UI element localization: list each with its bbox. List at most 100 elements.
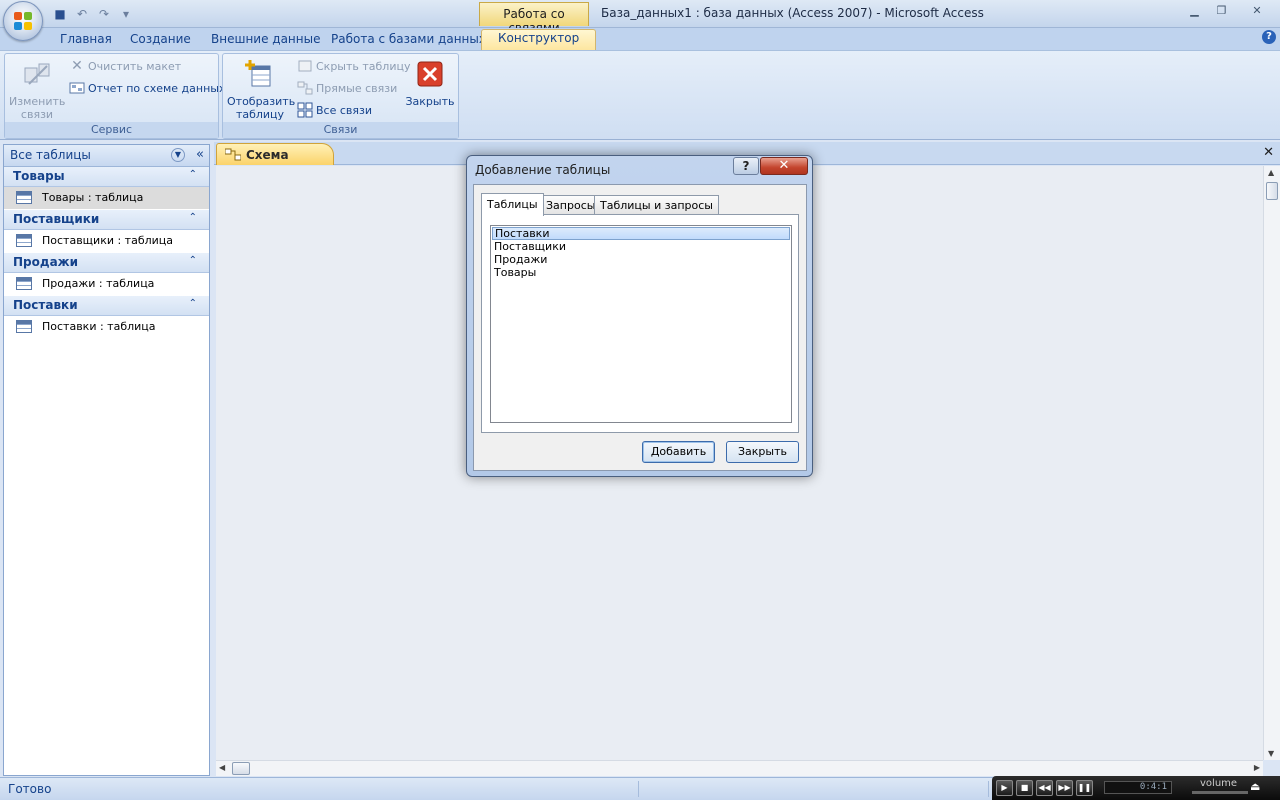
eject-icon[interactable]: ⏏ [1250,780,1260,793]
nav-group-postavshchiki[interactable]: Поставщики ⌃ [4,210,209,230]
edit-relationships-button[interactable]: Изменить связи [9,58,65,121]
previous-icon[interactable]: ◀◀ [1036,780,1053,796]
nav-item-label: Поставщики : таблица [42,234,174,247]
dialog-close-icon[interactable]: ✕ [760,157,808,175]
dialog-tab-queries[interactable]: Запросы [540,195,602,215]
edit-relationships-icon [24,63,50,85]
nav-item-prodazhi-table[interactable]: Продажи : таблица [4,273,209,296]
media-time-display: 0:4:1 [1104,781,1172,794]
table-listbox[interactable]: Поставки Поставщики Продажи Товары [490,225,792,423]
close-document-icon[interactable]: ✕ [1263,145,1274,160]
dialog-body: Таблицы Запросы Таблицы и запросы Постав… [473,184,807,471]
stop-icon[interactable]: ■ [1016,780,1033,796]
close-red-icon [417,61,443,87]
scroll-thumb[interactable] [1266,182,1278,200]
list-item[interactable]: Поставщики [492,240,790,253]
nav-item-postavshchiki-table[interactable]: Поставщики : таблица [4,230,209,253]
nav-group-title: Продажи [13,255,79,269]
relationship-report-button[interactable]: Отчет по схеме данных [69,79,225,97]
group-service: Изменить связи ✕ Очистить макет Отчет по… [4,53,225,139]
maximize-icon[interactable]: ❐ [1209,1,1234,19]
scroll-up-icon[interactable]: ▲ [1268,168,1274,177]
minimize-icon[interactable]: ▁ [1182,1,1207,19]
document-tab-relationships[interactable]: Схема данных [216,143,334,176]
close-relationships-button[interactable]: Закрыть [405,58,455,108]
nav-group-prodazhi[interactable]: Продажи ⌃ [4,253,209,273]
help-icon[interactable]: ? [1262,30,1276,44]
nav-group-postavki[interactable]: Поставки ⌃ [4,296,209,316]
show-table-icon [245,60,271,87]
chevron-up-icon[interactable]: ⌃ [189,169,197,180]
tab-external-data[interactable]: Внешние данные [211,31,320,50]
chevron-up-icon[interactable]: ⌃ [189,298,197,309]
nav-pane-title: Все таблицы [10,148,91,162]
nav-item-postavki-table[interactable]: Поставки : таблица [4,316,209,339]
add-table-dialog: Добавление таблицы ? ✕ Таблицы Запросы Т… [466,155,813,477]
context-tab-title: Работа со связями [479,2,589,35]
quick-access-toolbar: ■ ↶ ↷ ▾ [52,4,134,24]
table-icon [16,277,32,290]
nav-item-tovary-table[interactable]: Товары : таблица [4,187,209,210]
group-label-service: Сервис [5,122,218,138]
next-icon[interactable]: ▶▶ [1056,780,1073,796]
dialog-help-icon[interactable]: ? [733,157,759,175]
chevron-up-icon[interactable]: ⌃ [189,255,197,266]
vertical-scrollbar[interactable]: ▲ ▼ [1263,166,1280,760]
dialog-tab-page: Поставки Поставщики Продажи Товары [481,214,799,433]
list-item[interactable]: Поставки [492,227,790,240]
relationships-icon [225,148,241,161]
all-relationships-button[interactable]: Все связи [297,101,372,119]
customize-qat-icon[interactable]: ▾ [118,6,134,22]
ribbon-tabs: Главная Создание Внешние данные Работа с… [0,28,1280,50]
clear-layout-icon: ✕ [71,58,83,74]
tab-database-tools[interactable]: Работа с базами данных [331,31,486,50]
office-button[interactable] [3,1,43,41]
office-logo-icon [14,12,34,32]
hide-table-icon [298,60,312,72]
play-icon[interactable]: ▶ [996,780,1013,796]
table-icon [16,320,32,333]
scroll-left-icon[interactable]: ◀ [219,763,225,772]
redo-icon[interactable]: ↷ [96,6,112,22]
all-relationships-label: Все связи [316,103,373,117]
scroll-right-icon[interactable]: ▶ [1254,763,1260,772]
chevron-down-icon[interactable]: ▼ [171,148,185,162]
scroll-thumb[interactable] [232,762,250,775]
hide-table-label: Скрыть таблицу [316,59,411,73]
status-text: Готово [8,782,52,796]
dialog-title: Добавление таблицы [475,163,611,177]
add-button[interactable]: Добавить [642,441,715,463]
list-item[interactable]: Товары [492,266,790,279]
close-window-icon[interactable]: ✕ [1236,1,1278,19]
pause-icon[interactable]: ❚❚ [1076,780,1093,796]
show-table-label: Отобразить таблицу [227,95,296,121]
table-icon [16,191,32,204]
window-controls: ▁ ❐ ✕ [1182,1,1278,19]
clear-layout-button[interactable]: ✕ Очистить макет [69,57,181,75]
close-button[interactable]: Закрыть [726,441,799,463]
status-divider [638,781,639,797]
tab-home[interactable]: Главная [60,31,112,50]
dialog-tab-tables[interactable]: Таблицы [481,193,544,216]
group-relationships: Отобразить таблицу Скрыть таблицу Прямые… [222,53,459,139]
scroll-down-icon[interactable]: ▼ [1268,749,1274,758]
undo-icon[interactable]: ↶ [74,6,90,22]
dialog-tab-tables-and-queries[interactable]: Таблицы и запросы [594,195,719,215]
tab-create[interactable]: Создание [130,31,191,50]
tab-designer[interactable]: Конструктор [481,29,597,50]
chevron-up-icon[interactable]: ⌃ [189,212,197,223]
show-table-button[interactable]: Отобразить таблицу [227,58,296,121]
hide-table-button[interactable]: Скрыть таблицу [297,57,411,75]
horizontal-scrollbar[interactable]: ◀ ▶ [216,760,1263,776]
volume-slider[interactable] [1192,791,1248,794]
list-item[interactable]: Продажи [492,253,790,266]
volume-label: volume [1200,778,1238,789]
save-icon[interactable]: ■ [52,6,68,22]
media-player-toolbar: ▶ ■ ◀◀ ▶▶ ❚❚ 0:4:1 volume ⏏ [992,776,1280,800]
collapse-pane-icon[interactable]: « [196,147,204,162]
direct-relationships-button[interactable]: Прямые связи [297,79,397,97]
all-relationships-icon [297,102,313,118]
nav-group-tovary[interactable]: Товары ⌃ [4,167,209,187]
report-icon [69,82,85,94]
nav-pane-header[interactable]: Все таблицы ▼ « [4,145,209,167]
